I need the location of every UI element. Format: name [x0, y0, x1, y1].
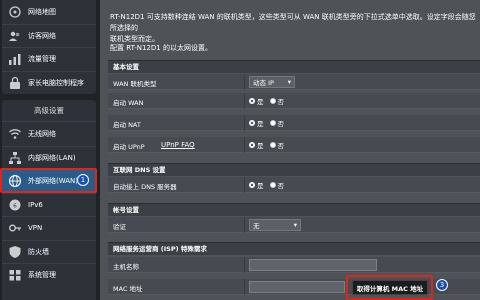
account-settings-header: 帐号设置	[108, 203, 480, 216]
auth-value: 无	[253, 222, 260, 230]
sidebar-item-lan[interactable]: 内部网络(LAN)	[2, 145, 96, 170]
intro-line-1: RT-N12D1 可支持数种连结 WAN 的联机类型，这些类型可从 WAN 联机…	[110, 13, 476, 32]
sidebar-item-label: IPv6	[28, 200, 43, 209]
enable-upnp-label: 启动 UPnP	[113, 143, 145, 151]
auto-dns-yes-radio[interactable]: 是	[249, 180, 264, 190]
advanced-nav-group: 高级设置 无线网络 内部网络(LAN) 外部网络(WAN) 6 IPv6 VPN…	[2, 100, 96, 300]
network-map-icon	[8, 5, 22, 19]
wan-settings-panel: RT-N12D1 可支持数种连结 WAN 的联机类型，这些类型可从 WAN 联机…	[100, 0, 480, 300]
sidebar-item-guest-network[interactable]: 访客网络	[2, 23, 96, 48]
sidebar-item-label: 访客网络	[28, 31, 56, 40]
host-name-input[interactable]	[249, 259, 377, 271]
sidebar-item-label: 系统管理	[28, 271, 56, 280]
sidebar-item-label: 内部网络(LAN)	[28, 153, 76, 162]
enable-upnp-no-radio[interactable]: 否	[269, 140, 284, 150]
step-badge-1: 1	[77, 174, 89, 186]
enable-nat-label: 启动 NAT	[113, 121, 141, 129]
auto-dns-no-radio[interactable]: 否	[269, 180, 284, 190]
mac-address-input[interactable]	[249, 281, 345, 293]
sidebar-item-firewall[interactable]: 防火墙	[2, 239, 96, 264]
enable-wan-label: 启动 WAN	[113, 99, 144, 107]
dns-settings-header: 互联网 DNS 设置	[108, 163, 480, 176]
sidebar: 网络地图 访客网络 流量管理 家长电脑控制程序 高级设置 无线网络 内部网络(L…	[0, 0, 100, 300]
sidebar-item-label: 流量管理	[28, 55, 56, 64]
advanced-settings-header: 高级设置	[2, 100, 96, 122]
isp-requirements-header: 网络服务运营商 (ISP) 特殊需求	[108, 242, 480, 255]
sidebar-item-administration[interactable]: 系统管理	[2, 263, 96, 287]
wan-type-select[interactable]: 动态 IP ▾	[249, 76, 295, 88]
chevron-down-icon: ▾	[287, 78, 291, 86]
sidebar-item-label: 家长电脑控制程序	[28, 78, 84, 87]
mac-address-label: MAC 地址	[113, 285, 143, 293]
basic-config-header: 基本设置	[108, 60, 480, 73]
auth-select[interactable]: 无 ▾	[249, 219, 301, 231]
sidebar-item-traffic-manager[interactable]: 流量管理	[2, 47, 96, 71]
auth-row: 验证 无 ▾	[108, 217, 480, 233]
sidebar-item-label: 防火墙	[28, 247, 49, 256]
config-note: 配置 RT-N12D1 的以太网设置。	[110, 44, 212, 52]
intro-text: RT-N12D1 可支持数种连结 WAN 的联机类型，这些类型可从 WAN 联机…	[110, 12, 480, 45]
enable-upnp-row: 启动 UPnP UPnP FAQ 是 否	[108, 137, 480, 153]
wan-type-row: WAN 联机类型 动态 IP ▾	[108, 74, 480, 90]
enable-nat-no-radio[interactable]: 否	[269, 118, 284, 128]
enable-wan-row: 启动 WAN 是 否	[108, 93, 480, 109]
enable-nat-yes-radio[interactable]: 是	[249, 118, 264, 128]
sidebar-item-label: 无线网络	[28, 129, 56, 138]
sidebar-item-label: VPN	[28, 224, 43, 233]
step-badge-3: 3	[436, 279, 448, 291]
guest-network-icon	[8, 29, 22, 43]
sidebar-item-parental-control[interactable]: 家长电脑控制程序	[2, 70, 96, 95]
parental-control-icon	[8, 76, 22, 90]
sidebar-item-wireless[interactable]: 无线网络	[2, 122, 96, 146]
lan-icon	[8, 151, 22, 165]
sidebar-item-vpn[interactable]: VPN	[2, 216, 96, 240]
ipv6-icon: 6	[8, 198, 22, 212]
enable-upnp-yes-radio[interactable]: 是	[249, 140, 264, 150]
enable-nat-row: 启动 NAT 是 否	[108, 115, 480, 131]
firewall-icon	[8, 245, 22, 259]
upnp-faq-link[interactable]: UPnP FAQ	[161, 141, 195, 149]
sidebar-item-ipv6[interactable]: 6 IPv6	[2, 192, 96, 217]
wan-type-label: WAN 联机类型	[113, 80, 157, 88]
administration-icon	[8, 268, 22, 282]
enable-wan-yes-radio[interactable]: 是	[249, 96, 264, 106]
chevron-down-icon: ▾	[293, 221, 297, 229]
vpn-icon	[8, 221, 22, 235]
mac-button-highlight-callout	[346, 275, 433, 300]
wan-type-value: 动态 IP	[253, 79, 274, 87]
enable-wan-no-radio[interactable]: 否	[269, 96, 284, 106]
sidebar-item-label: 网络地图	[28, 7, 56, 16]
general-nav-group: 网络地图 访客网络 流量管理 家长电脑控制程序	[2, 0, 96, 94]
svg-text:6: 6	[13, 203, 17, 209]
auto-dns-label: 自动接上 DNS 服务器	[113, 183, 177, 191]
traffic-manager-icon	[8, 52, 22, 66]
auto-dns-row: 自动接上 DNS 服务器 是 否	[108, 177, 480, 193]
host-name-row: 主机名称	[108, 257, 480, 273]
sidebar-item-network-map[interactable]: 网络地图	[2, 0, 96, 24]
auth-label: 验证	[113, 223, 126, 231]
host-name-label: 主机名称	[113, 263, 139, 271]
wireless-icon	[8, 127, 22, 141]
